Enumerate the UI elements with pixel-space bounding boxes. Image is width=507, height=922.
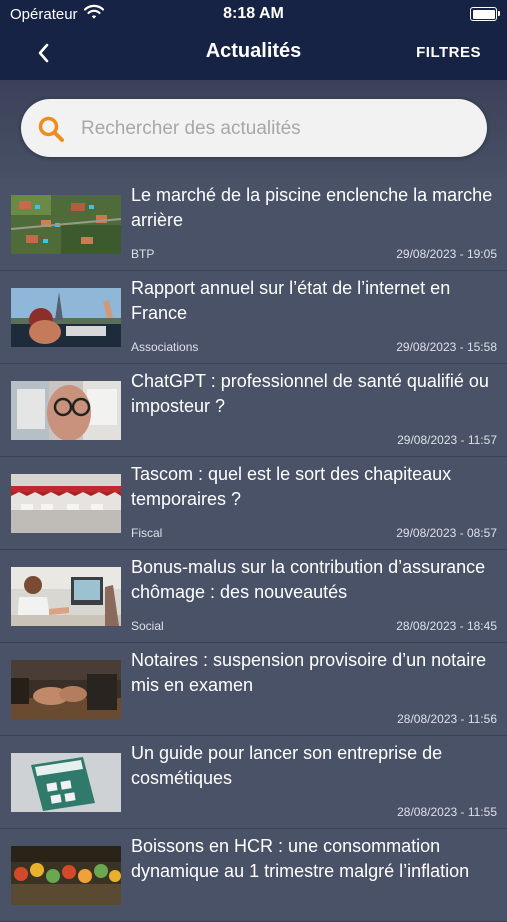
news-title: Tascom : quel est le sort des chapiteaux… <box>131 464 452 509</box>
news-category: Fiscal <box>131 526 163 540</box>
news-date: 28/08/2023 - 18:45 <box>396 619 497 633</box>
news-thumbnail-notary-hands <box>11 660 121 719</box>
news-title: Rapport annuel sur l’état de l’internet … <box>131 278 451 323</box>
news-title: Bonus-malus sur la contribution d’assura… <box>131 557 486 602</box>
news-thumbnail-office-handshake <box>11 567 121 626</box>
news-date: 29/08/2023 - 11:57 <box>397 433 497 447</box>
battery-icon <box>470 7 500 21</box>
news-item[interactable]: Tascom : quel est le sort des chapiteaux… <box>0 457 507 550</box>
news-item[interactable]: Boissons en HCR : une consommation dynam… <box>0 829 507 922</box>
news-title: Un guide pour lancer son entreprise de c… <box>131 743 443 788</box>
navigation-bar: Actualités FILTRES <box>0 28 507 80</box>
news-thumbnail-cosmetics-guide <box>11 753 121 812</box>
search-input[interactable] <box>79 113 473 145</box>
news-item[interactable]: Rapport annuel sur l’état de l’internet … <box>0 271 507 364</box>
news-date: 28/08/2023 - 11:55 <box>397 805 497 819</box>
news-list: Le marché de la piscine enclenche la mar… <box>0 178 507 922</box>
status-bar: Opérateur 8:18 AM <box>0 0 507 28</box>
news-date: 28/08/2023 - 11:56 <box>397 712 497 726</box>
status-time: 8:18 AM <box>223 5 284 22</box>
news-item[interactable]: Un guide pour lancer son entreprise de c… <box>0 736 507 829</box>
filters-button[interactable]: FILTRES <box>416 44 481 61</box>
news-thumbnail-marquee <box>11 474 121 533</box>
news-date: 29/08/2023 - 08:57 <box>396 526 497 540</box>
news-item[interactable]: Notaires : suspension provisoire d’un no… <box>0 643 507 736</box>
news-date: 29/08/2023 - 19:05 <box>396 247 497 261</box>
news-item[interactable]: Le marché de la piscine enclenche la mar… <box>0 178 507 271</box>
news-item[interactable]: Bonus-malus sur la contribution d’assura… <box>0 550 507 643</box>
search-area <box>0 80 507 178</box>
search-icon <box>37 115 65 143</box>
news-title: ChatGPT : professionnel de santé qualifi… <box>131 371 489 416</box>
news-thumbnail-doctor-glasses <box>11 381 121 440</box>
news-thumbnail-aerial-houses <box>11 195 121 254</box>
news-title: Boissons en HCR : une consommation dynam… <box>131 836 470 881</box>
news-title: Notaires : suspension provisoire d’un no… <box>131 650 487 695</box>
news-title: Le marché de la piscine enclenche la mar… <box>131 185 493 230</box>
news-date: 29/08/2023 - 15:58 <box>396 340 497 354</box>
news-thumbnail-market-stall <box>11 846 121 905</box>
news-category: Social <box>131 619 164 633</box>
news-category: BTP <box>131 247 155 261</box>
search-bar[interactable] <box>21 99 487 157</box>
news-item[interactable]: ChatGPT : professionnel de santé qualifi… <box>0 364 507 457</box>
news-thumbnail-paris-woman <box>11 288 121 347</box>
news-category: Associations <box>131 340 199 354</box>
